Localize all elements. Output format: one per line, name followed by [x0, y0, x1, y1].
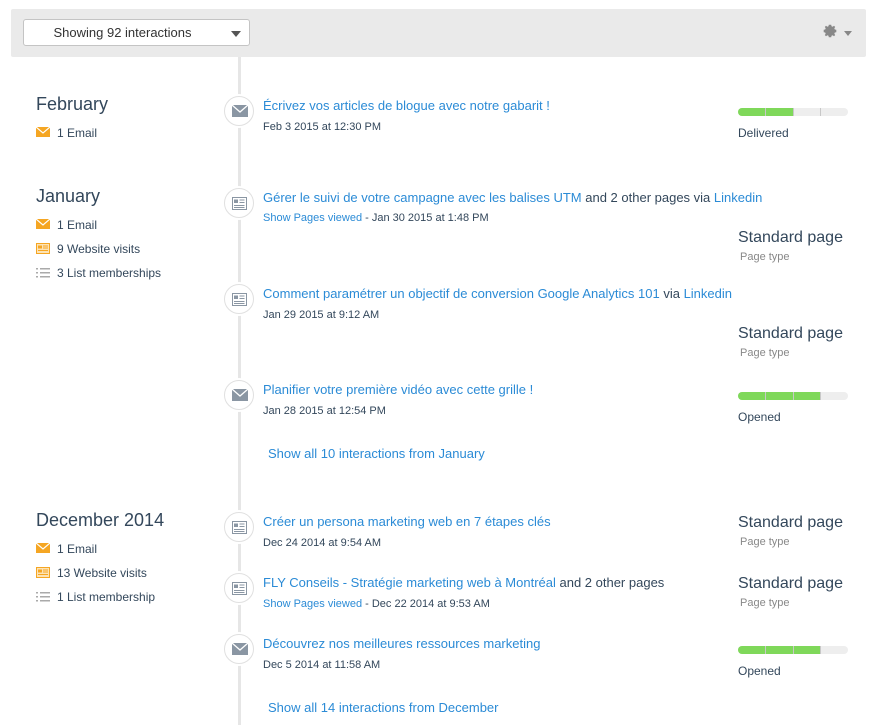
month-summary-january: January 1 Email 9 Website visits 3 List … — [36, 185, 161, 288]
interaction-date: Feb 3 2015 at 12:30 PM — [263, 121, 382, 133]
interaction-title: FLY Conseils - Stratégie marketing web à… — [263, 575, 665, 590]
page-title-link[interactable]: FLY Conseils - Stratégie marketing web à… — [263, 575, 556, 590]
interaction-date: Jan 28 2015 at 12:54 PM — [263, 405, 386, 417]
gear-icon — [823, 24, 837, 38]
page-type-value: Standard page — [738, 229, 843, 246]
email-title-link[interactable]: Écrivez vos articles de blogue avec notr… — [263, 98, 550, 113]
webpage-icon — [232, 582, 247, 595]
envelope-icon — [232, 643, 248, 655]
webpage-icon — [232, 293, 247, 306]
interaction-date: Show Pages viewed - Dec 22 2014 at 9:53 … — [263, 598, 490, 610]
summary-website-visits: 13 Website visits — [36, 564, 164, 588]
page-title-link[interactable]: Gérer le suivi de votre campagne avec le… — [263, 190, 582, 205]
webpage-icon — [232, 521, 247, 534]
page-type-label: Page type — [740, 536, 790, 548]
website-visit-icon — [36, 567, 50, 578]
email-icon — [36, 219, 50, 229]
email-title-link[interactable]: Planifier votre première vidéo avec cett… — [263, 382, 533, 397]
interaction-date: Jan 29 2015 at 9:12 AM — [263, 309, 380, 321]
chevron-down-icon — [231, 31, 241, 37]
summary-list-memberships: 1 List membership — [36, 588, 164, 612]
website-visit-icon — [36, 243, 50, 254]
list-icon — [36, 268, 50, 278]
summary-emails: 1 Email — [36, 540, 164, 564]
show-all-december-link[interactable]: Show all 14 interactions from December — [268, 700, 499, 715]
email-progress-bar — [738, 392, 848, 400]
interaction-date: Show Pages viewed - Jan 30 2015 at 1:48 … — [263, 212, 489, 224]
page-title-link[interactable]: Comment paramétrer un objectif de conver… — [263, 286, 660, 301]
email-progress-bar — [738, 108, 848, 116]
month-title: February — [36, 94, 109, 114]
envelope-icon — [232, 105, 248, 117]
summary-list-memberships: 3 List memberships — [36, 264, 161, 288]
interaction-title: Créer un persona marketing web en 7 étap… — [263, 514, 551, 529]
month-summary-december-2014: December 2014 1 Email 13 Website visits … — [36, 509, 164, 612]
page-type-label: Page type — [740, 347, 790, 359]
show-pages-viewed-link[interactable]: Show Pages viewed — [263, 212, 362, 224]
show-all-january-link[interactable]: Show all 10 interactions from January — [268, 446, 485, 461]
source-link-linkedin[interactable]: Linkedin — [684, 286, 732, 301]
email-status: Opened — [738, 410, 781, 424]
summary-website-visits: 9 Website visits — [36, 240, 161, 264]
interaction-title: Écrivez vos articles de blogue avec notr… — [263, 98, 550, 113]
interaction-title: Planifier votre première vidéo avec cett… — [263, 382, 533, 397]
settings-menu-button[interactable] — [822, 23, 852, 43]
show-pages-viewed-link[interactable]: Show Pages viewed — [263, 598, 362, 610]
page-type-label: Page type — [740, 251, 790, 263]
summary-emails: 1 Email — [36, 124, 108, 148]
page-type-label: Page type — [740, 597, 790, 609]
page-title-link[interactable]: Créer un persona marketing web en 7 étap… — [263, 514, 551, 529]
timeline-node-page-view — [224, 188, 254, 218]
email-status: Opened — [738, 664, 781, 678]
timeline-node-page-view — [224, 284, 254, 314]
summary-emails: 1 Email — [36, 216, 161, 240]
list-icon — [36, 592, 50, 602]
webpage-icon — [232, 197, 247, 210]
envelope-icon — [232, 389, 248, 401]
email-status: Delivered — [738, 126, 789, 140]
filter-label: Showing 92 interactions — [53, 25, 192, 40]
page-type-value: Standard page — [738, 575, 843, 592]
timeline-node-page-view — [224, 573, 254, 603]
interactions-filter-dropdown[interactable]: Showing 92 interactions — [23, 19, 250, 46]
timeline-node-page-view — [224, 512, 254, 542]
page-type-value: Standard page — [738, 325, 843, 342]
interaction-title: Découvrez nos meilleures ressources mark… — [263, 636, 540, 651]
page-type-value: Standard page — [738, 514, 843, 531]
month-title: January — [36, 186, 101, 206]
source-link-linkedin[interactable]: Linkedin — [714, 190, 762, 205]
interaction-title: Gérer le suivi de votre campagne avec le… — [263, 190, 763, 205]
month-summary-february: February 1 Email — [36, 93, 108, 148]
interaction-date: Dec 5 2014 at 11:58 AM — [263, 659, 381, 671]
email-title-link[interactable]: Découvrez nos meilleures ressources mark… — [263, 636, 540, 651]
interaction-title: Comment paramétrer un objectif de conver… — [263, 286, 732, 301]
progress-fill — [738, 392, 821, 400]
interaction-date: Dec 24 2014 at 9:54 AM — [263, 537, 382, 549]
timeline-node-email — [224, 96, 254, 126]
timeline-node-email — [224, 380, 254, 410]
timeline-node-email — [224, 634, 254, 664]
email-icon — [36, 127, 50, 137]
email-icon — [36, 543, 50, 553]
email-progress-bar — [738, 646, 848, 654]
toolbar: Showing 92 interactions — [11, 9, 866, 57]
chevron-down-icon — [844, 31, 852, 36]
progress-fill — [738, 646, 821, 654]
month-title: December 2014 — [36, 510, 165, 530]
